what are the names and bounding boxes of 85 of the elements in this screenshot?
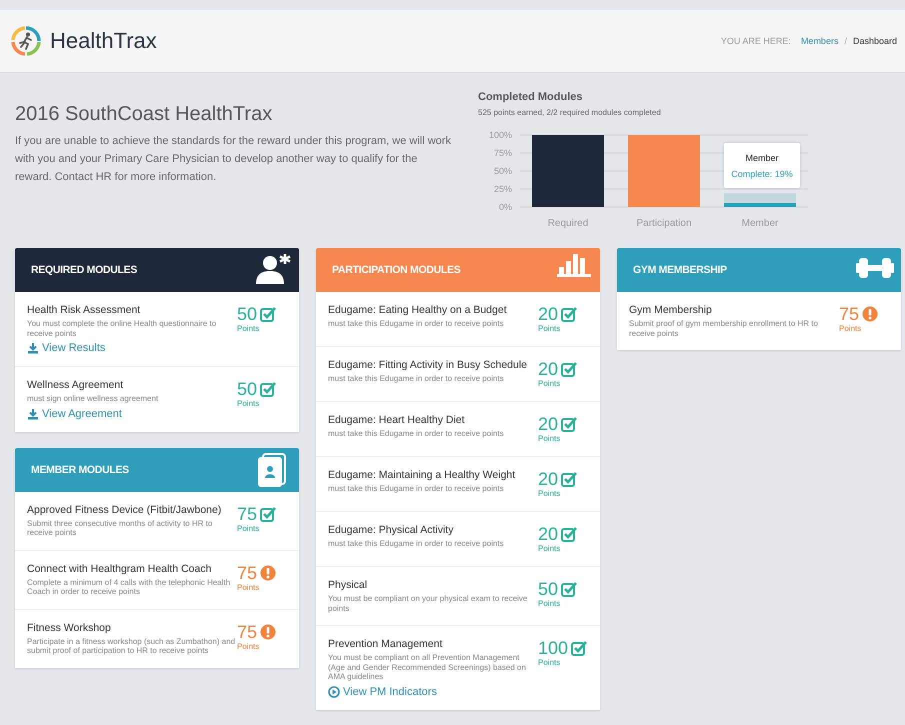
module-description: You must be compliant on your physical exam to receive points	[328, 594, 528, 613]
points-label: Points	[237, 324, 260, 333]
module-title: Approved Fitness Device (Fitbit/Jawbone)	[27, 504, 222, 516]
points-value: 75	[237, 562, 258, 582]
axis-tick-label: 100%	[488, 130, 512, 140]
module-title: Edugame: Eating Healthy on a Budget	[328, 304, 508, 316]
download-icon	[27, 342, 39, 354]
logo-icon	[10, 25, 42, 57]
points-value: 50	[538, 579, 558, 599]
module-title: Physical	[328, 579, 368, 591]
breadcrumb-separator: /	[844, 36, 847, 46]
points-value: 75	[839, 304, 860, 324]
tooltip-title: Member	[745, 152, 778, 162]
points-value: 50	[237, 304, 258, 324]
points-value: 20	[538, 414, 558, 434]
module-description: You must complete the online Health questionnaire to receive points	[27, 319, 218, 338]
points-value: 75	[237, 622, 258, 642]
logo-text: HealthTrax	[50, 28, 157, 54]
bar-label: Required	[548, 218, 588, 229]
points-value: 75	[237, 504, 258, 524]
bar	[724, 193, 796, 207]
module-title: Wellness Agreement	[27, 379, 124, 391]
module-title: Edugame: Heart Healthy Diet	[328, 414, 466, 426]
play-circle-icon	[328, 686, 340, 698]
points-label: Points	[538, 434, 560, 443]
points-value: 100	[538, 638, 568, 658]
chart-title: Completed Modules	[478, 91, 584, 103]
module-description: You must be compliant on all Prevention Management (Age and Gender Recommended Screenings) based on AMA guidelines	[328, 653, 527, 682]
axis-tick-label: 25%	[494, 184, 512, 194]
module-title: Prevention Management	[328, 638, 444, 650]
download-icon	[27, 408, 39, 420]
breadcrumb-label: YOU ARE HERE:	[720, 36, 791, 46]
bar-label: Participation	[636, 218, 692, 229]
module-description: must take this Edugame in order to receive points	[328, 319, 505, 328]
module-description: Complete a minimum of 4 calls with the telephonic Health Coach in order to receive points	[27, 578, 232, 596]
axis-tick-label: 50%	[494, 166, 512, 176]
points-label: Points	[237, 642, 260, 650]
module-title: Health Risk Assessment	[27, 304, 142, 316]
panel-title: PARTICIPATION MODULES	[332, 264, 460, 276]
points-label: Points	[538, 379, 560, 388]
breadcrumb-link[interactable]: Members	[800, 36, 838, 46]
intro-text: If you are unable to achieve the standards for the reward under this program, we will work with you and your Primary Care Physician to develop another way to qualify for the reward. Contact HR for more information.	[15, 134, 452, 185]
points-label: Points	[237, 582, 260, 592]
panel-title: GYM MEMBERSHIP	[633, 264, 727, 276]
module-description: Participate in a fitness workshop (such as Zumbathon) and submit proof of participation to HR to receive points	[27, 636, 236, 656]
module-description: must take this Edugame in order to receive points	[328, 374, 505, 384]
module-description: must sign online wellness agreement	[27, 394, 160, 404]
panel-title: MEMBER MODULES	[31, 464, 129, 476]
axis-tick-label: 0%	[498, 202, 512, 212]
bar	[532, 135, 604, 207]
points-value: 50	[237, 379, 258, 399]
module-title: Edugame: Fitting Activity in Busy Schedule	[328, 359, 528, 371]
bar	[628, 135, 700, 207]
module-title: Fitness Workshop	[27, 622, 112, 634]
module-description: must take this Edugame in order to receive points	[328, 484, 505, 494]
page-title: 2016 SouthCoast HealthTrax	[15, 103, 274, 126]
points-label: Points	[538, 544, 560, 553]
points-value: 20	[538, 524, 558, 544]
points-label: Points	[538, 489, 560, 498]
axis-tick-label: 75%	[494, 148, 512, 158]
points-label: Points	[538, 324, 560, 333]
module-title: Edugame: Physical Activity	[328, 524, 454, 536]
module-description: Submit three consecutive months of activity to HR to receive points	[27, 518, 214, 538]
module-title: Edugame: Maintaining a Healthy Weight	[328, 469, 516, 481]
tooltip-text: Complete: 19%	[731, 168, 793, 178]
points-label: Points	[538, 599, 560, 608]
module-title: Connect with Healthgram Health Coach	[27, 562, 212, 574]
points-value: 20	[538, 304, 558, 324]
chart-subtitle: 525 points earned, 2/2 required modules completed	[478, 108, 662, 117]
module-description: must take this Edugame in order to receive points	[328, 539, 505, 548]
bar-label: Member	[742, 218, 778, 229]
points-value: 20	[538, 359, 558, 379]
points-label: Points	[839, 324, 862, 333]
points-label: Points	[237, 524, 260, 532]
module-description: must take this Edugame in order to receive points	[328, 429, 505, 438]
link[interactable]: View PM Indicators	[328, 686, 437, 698]
points-value: 20	[538, 469, 558, 489]
panel-title: REQUIRED MODULES	[31, 264, 138, 276]
points-label: Points	[237, 399, 260, 408]
module-description: Submit proof of gym membership enrollment to HR to receive points	[629, 319, 819, 338]
points-label: Points	[538, 658, 560, 667]
module-title: Gym Membership	[629, 304, 713, 316]
breadcrumb-current: Dashboard	[852, 36, 897, 46]
link[interactable]: View Agreement	[27, 408, 122, 420]
link[interactable]: View Results	[27, 342, 106, 354]
